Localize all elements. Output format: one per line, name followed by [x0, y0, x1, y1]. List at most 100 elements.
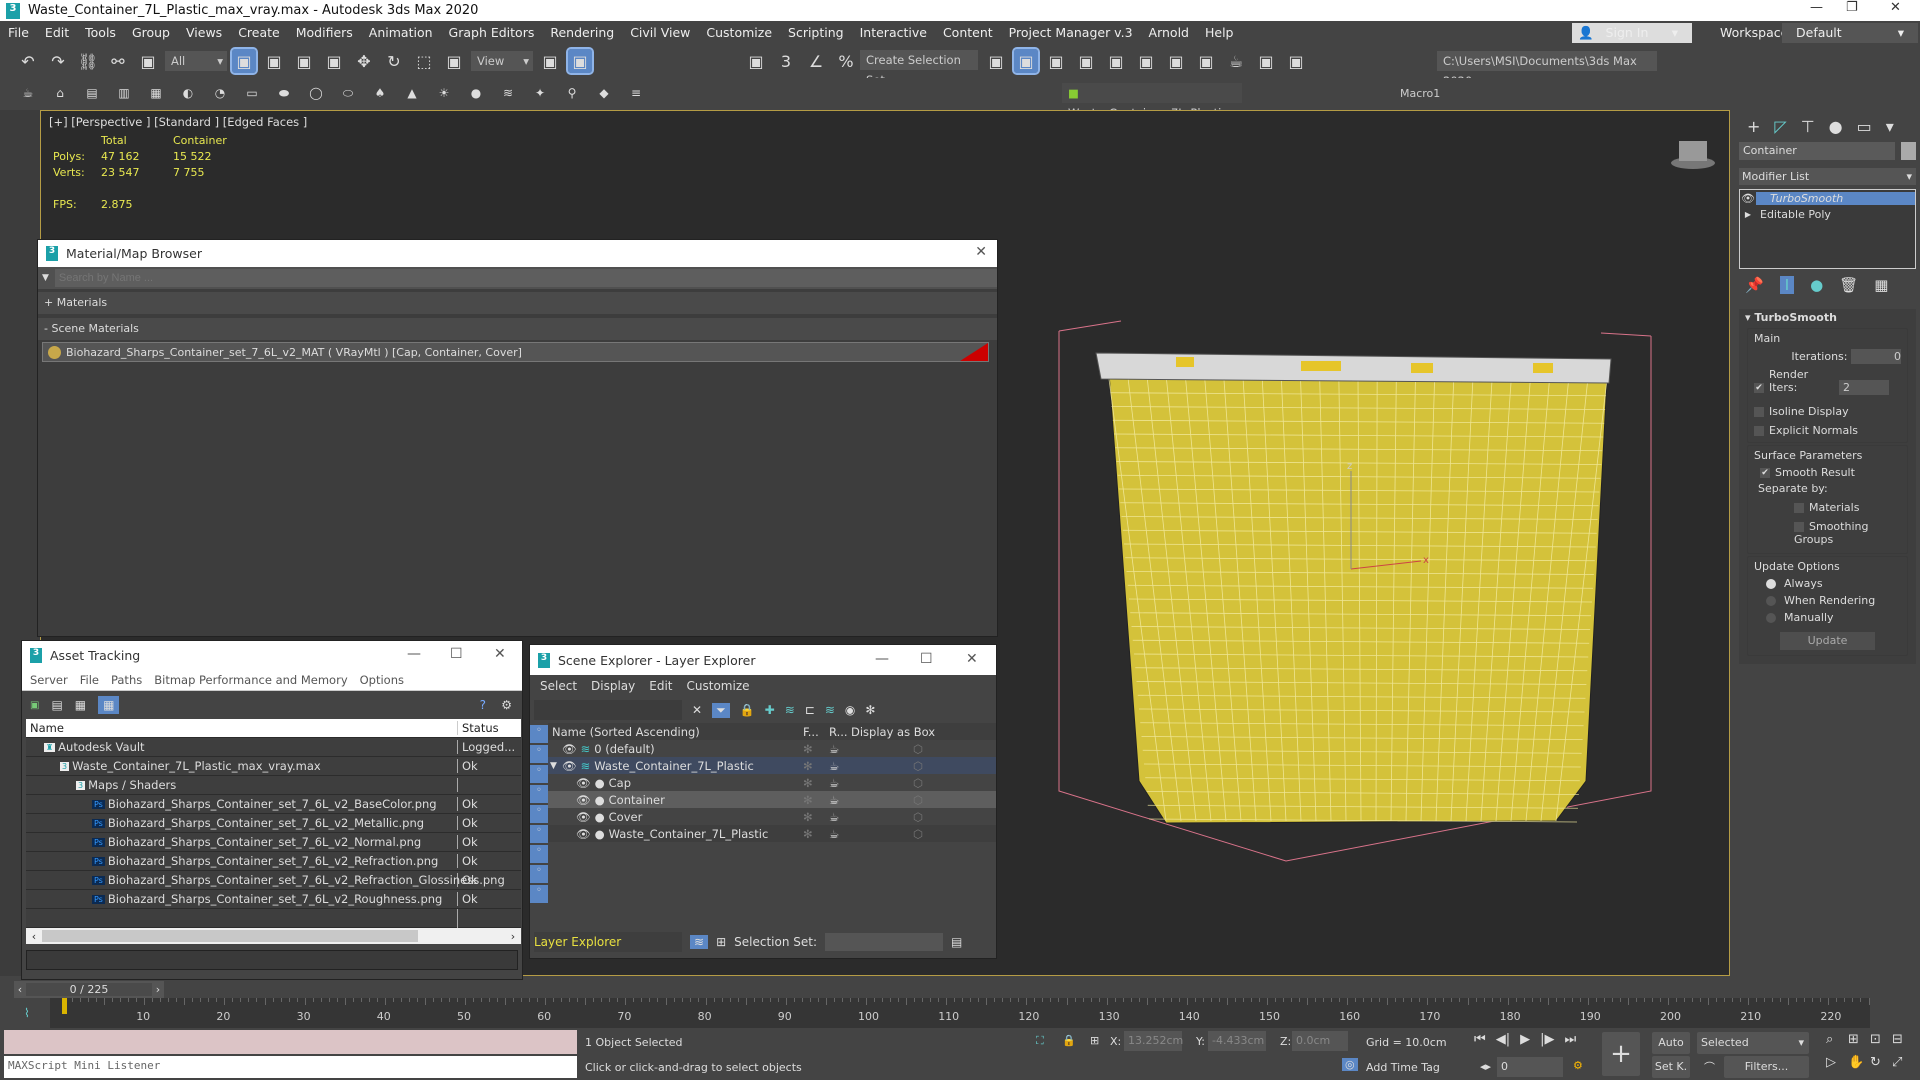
- menu-civil-view[interactable]: Civil View: [622, 25, 698, 40]
- selection-set-editor-icon[interactable]: ▤: [951, 935, 962, 949]
- add-to-layer-icon[interactable]: ≋: [785, 703, 795, 717]
- asset-row[interactable]: Ps Biohazard_Sharps_Container_set_7_6L_v2…: [26, 890, 521, 909]
- menu-customize[interactable]: Customize: [698, 25, 780, 40]
- filter-spacewarps-icon[interactable]: ◦: [530, 825, 548, 843]
- utilities-tab-icon[interactable]: ▾: [1886, 117, 1894, 136]
- scene-materials-group[interactable]: - Scene Materials: [38, 318, 997, 340]
- track-bar[interactable]: 10 20 30 40 50 60 70 80 90 100 110 120 130 140 150 160 1…: [50, 998, 1870, 1028]
- prev-key-icon[interactable]: ◀|: [1496, 1032, 1510, 1047]
- maxscript-listener-input[interactable]: MAXScript Mini Listener: [4, 1056, 577, 1078]
- y-field[interactable]: -4.433cm: [1208, 1031, 1266, 1051]
- refresh-icon[interactable]: ▣: [30, 700, 39, 711]
- sign-in-dropdown[interactable]: 👤 Sign In ▾: [1572, 23, 1692, 43]
- menu-edit[interactable]: Edit: [37, 25, 77, 40]
- iterations-spinner[interactable]: 0: [1851, 349, 1901, 364]
- modify-tab-icon[interactable]: ◸: [1774, 117, 1786, 136]
- redo-icon[interactable]: ↷: [46, 49, 70, 73]
- vray-mtl-icon[interactable]: ≋: [496, 81, 520, 105]
- vray-vfb-icon[interactable]: ✦: [528, 81, 552, 105]
- isoline-checkbox[interactable]: [1754, 407, 1764, 417]
- create-shapes-icon[interactable]: ⌂: [48, 81, 72, 105]
- filter-shapes-icon[interactable]: ◦: [530, 745, 548, 763]
- materials-group[interactable]: + Materials: [38, 292, 997, 314]
- freeze-icon[interactable]: ✻: [803, 759, 829, 773]
- collapse-icon[interactable]: ▼: [550, 761, 557, 771]
- rotate-icon[interactable]: ↻: [382, 49, 406, 73]
- vault-help-icon[interactable]: ⚙: [501, 698, 512, 712]
- display-as-box-icon[interactable]: ⬡: [913, 742, 923, 756]
- vray-light-icon[interactable]: ⬬: [272, 81, 296, 105]
- freeze-icon[interactable]: ✻: [865, 703, 875, 717]
- isolate-selection-icon[interactable]: ⛶: [1036, 1034, 1044, 1048]
- rollout-header[interactable]: ▾ TurboSmooth: [1739, 309, 1916, 326]
- scene-row[interactable]: 👁 ● Container ✻ ☕ ⬡: [548, 791, 996, 808]
- horizontal-scrollbar[interactable]: ‹ ›: [26, 928, 521, 944]
- create-layer-icon[interactable]: ✚: [765, 703, 775, 717]
- scale-icon[interactable]: ⬚: [412, 49, 436, 73]
- filter-lights-icon[interactable]: ◦: [530, 765, 548, 783]
- scene-row[interactable]: 👁 ● Cover ✻ ☕ ⬡: [548, 808, 996, 825]
- menu-arnold[interactable]: Arnold: [1141, 25, 1197, 40]
- time-slider-thumb[interactable]: [62, 998, 67, 1014]
- close-button[interactable]: ✕: [1890, 0, 1901, 15]
- curve-editor-icon[interactable]: ▣: [1074, 49, 1098, 73]
- filter-bones-icon[interactable]: ◦: [530, 885, 548, 903]
- percent-snap-icon[interactable]: %: [834, 49, 858, 73]
- menu-project-manager-v-3[interactable]: Project Manager v.3: [1001, 25, 1141, 40]
- ribbon-icon[interactable]: ▣: [1044, 49, 1068, 73]
- scene-row[interactable]: 👁 ● Cap ✻ ☕ ⬡: [548, 774, 996, 791]
- visibility-eye-icon[interactable]: 👁: [562, 742, 577, 756]
- explorer-mode-label[interactable]: Layer Explorer: [534, 932, 682, 952]
- filter-geometry-icon[interactable]: ◦: [530, 725, 548, 743]
- project-path-dropdown[interactable]: C:\Users\MSI\Documents\3ds Max 2020▾: [1437, 51, 1657, 88]
- renderable-teapot-icon[interactable]: ☕: [829, 776, 913, 790]
- col-box-header[interactable]: Display as Box: [851, 725, 935, 739]
- render-setup-icon[interactable]: ▣: [1164, 49, 1188, 73]
- pivot-icon[interactable]: ▣: [538, 49, 562, 73]
- modifier-list-dropdown[interactable]: Modifier List ▾: [1739, 168, 1916, 185]
- asset-menu-item[interactable]: Bitmap Performance and Memory: [148, 673, 353, 687]
- ref-coord-dropdown[interactable]: View ▾: [471, 51, 533, 71]
- scene-row[interactable]: ▼ 👁 ≋ Waste_Container_7L_Plastic ✻ ☕ ⬡: [548, 757, 996, 774]
- close-button[interactable]: ✕: [966, 651, 978, 667]
- placement-icon[interactable]: ▣: [442, 49, 466, 73]
- absolute-mode-icon[interactable]: ⊞: [1090, 1034, 1099, 1047]
- set-key-button[interactable]: +: [1602, 1032, 1640, 1076]
- object-name-field[interactable]: Container: [1739, 142, 1895, 160]
- next-key-icon[interactable]: |▶: [1540, 1032, 1554, 1047]
- asset-menu-item[interactable]: File: [74, 673, 105, 687]
- viewcube-icon[interactable]: [1671, 141, 1715, 169]
- move-icon[interactable]: ✥: [352, 49, 376, 73]
- window-crossing-icon[interactable]: ▣: [322, 49, 346, 73]
- filter-icon[interactable]: ⏷: [712, 702, 730, 718]
- bind-space-warp-icon[interactable]: ▣: [136, 49, 160, 73]
- curve-editor-toggle-icon[interactable]: ⌇: [24, 1006, 30, 1020]
- rendered-frame-icon[interactable]: ▣: [1194, 49, 1218, 73]
- asset-row[interactable]: Ps Biohazard_Sharps_Container_set_7_6L_v2…: [26, 852, 521, 871]
- rect-region-icon[interactable]: ▣: [292, 49, 316, 73]
- scene-menu-item[interactable]: Edit: [645, 679, 682, 693]
- create-sphere-icon[interactable]: ▥: [112, 81, 136, 105]
- asset-menu-item[interactable]: Paths: [105, 673, 148, 687]
- thumbnail-icon[interactable]: ▦: [75, 698, 86, 712]
- time-tag-icon[interactable]: ◎: [1342, 1058, 1358, 1071]
- asset-row[interactable]: ♜ Autodesk Vault Logged...: [26, 738, 521, 757]
- render-iters-spinner[interactable]: 2: [1839, 380, 1889, 395]
- smooth-result-checkbox[interactable]: ✔: [1760, 468, 1770, 478]
- selection-lock-icon[interactable]: 🔒: [1062, 1034, 1076, 1047]
- render-iterative-icon[interactable]: ▣: [1254, 49, 1278, 73]
- explicit-normals-checkbox[interactable]: [1754, 426, 1764, 436]
- filter-helpers-icon[interactable]: ◦: [530, 805, 548, 823]
- vray-sun-icon[interactable]: ◯: [304, 81, 328, 105]
- menu-interactive[interactable]: Interactive: [852, 25, 935, 40]
- hierarchy-icon[interactable]: ⊏: [805, 703, 815, 717]
- create-camera-icon[interactable]: ◔: [208, 81, 232, 105]
- minimize-button[interactable]: —: [407, 646, 421, 662]
- freeze-icon[interactable]: ✻: [803, 776, 829, 790]
- vray-dome-icon[interactable]: ⬭: [336, 81, 360, 105]
- display-as-box-icon[interactable]: ⬡: [913, 759, 923, 773]
- prev-frame-icon[interactable]: ‹: [14, 983, 26, 996]
- named-selection-dropdown[interactable]: Create Selection Set: [860, 50, 978, 87]
- filter-xrefs-icon[interactable]: ◦: [530, 865, 548, 883]
- layers-icon[interactable]: ≋: [825, 703, 835, 717]
